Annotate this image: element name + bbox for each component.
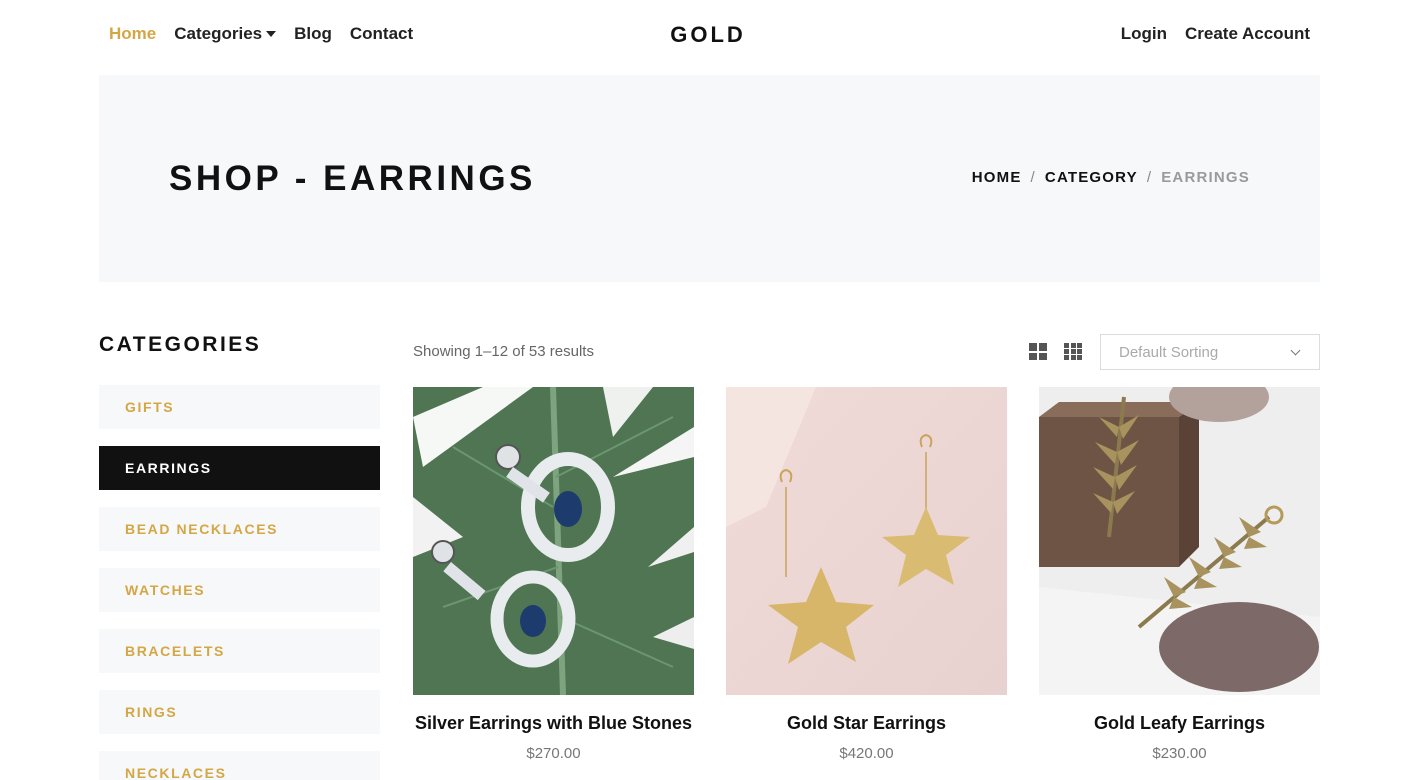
product-card[interactable]: Silver Earrings with Blue Stones $270.00 bbox=[413, 387, 694, 762]
grid-large-view-icon[interactable] bbox=[1029, 343, 1047, 360]
product-price: $420.00 bbox=[839, 745, 894, 762]
category-item-bead-necklaces[interactable]: BEAD NECKLACES bbox=[99, 507, 380, 551]
category-item-bracelets[interactable]: BRACELETS bbox=[99, 629, 380, 673]
product-card[interactable]: Gold Star Earrings $420.00 bbox=[726, 387, 1007, 762]
create-account-link[interactable]: Create Account bbox=[1185, 24, 1310, 44]
category-item-necklaces[interactable]: NECKLACES bbox=[99, 751, 380, 780]
account-menu: Login Create Account bbox=[1121, 24, 1310, 44]
category-item-watches[interactable]: WATCHES bbox=[99, 568, 380, 612]
category-list: GIFTS EARRINGS BEAD NECKLACES WATCHES BR… bbox=[99, 385, 380, 780]
product-image[interactable] bbox=[726, 387, 1007, 695]
product-price: $230.00 bbox=[1152, 745, 1207, 762]
product-name[interactable]: Silver Earrings with Blue Stones bbox=[413, 713, 694, 734]
product-card[interactable]: Gold Leafy Earrings $230.00 bbox=[1039, 387, 1320, 762]
category-item-rings[interactable]: RINGS bbox=[99, 690, 380, 734]
sort-select-value: Default Sorting bbox=[1119, 343, 1219, 361]
breadcrumb: HOME / CATEGORY / EARRINGS bbox=[972, 169, 1250, 186]
product-name[interactable]: Gold Leafy Earrings bbox=[1039, 713, 1320, 734]
view-toggle bbox=[1029, 343, 1082, 360]
product-image[interactable] bbox=[413, 387, 694, 695]
page-header-banner: SHOP - EARRINGS HOME / CATEGORY / EARRIN… bbox=[99, 75, 1320, 282]
chevron-down-icon bbox=[1290, 345, 1301, 356]
categories-heading: CATEGORIES bbox=[99, 333, 262, 356]
grid-small-view-icon[interactable] bbox=[1064, 343, 1082, 360]
login-link[interactable]: Login bbox=[1121, 24, 1167, 44]
breadcrumb-separator: / bbox=[1146, 169, 1153, 186]
sort-select[interactable]: Default Sorting bbox=[1100, 334, 1320, 370]
breadcrumb-home-link[interactable]: HOME bbox=[972, 169, 1022, 186]
product-name[interactable]: Gold Star Earrings bbox=[726, 713, 1007, 734]
breadcrumb-current: EARRINGS bbox=[1161, 169, 1250, 186]
results-count: Showing 1–12 of 53 results bbox=[413, 343, 594, 360]
category-item-gifts[interactable]: GIFTS bbox=[99, 385, 380, 429]
breadcrumb-category-link[interactable]: CATEGORY bbox=[1045, 169, 1138, 186]
top-navigation: Home Categories Blog Contact GOLD Login … bbox=[0, 0, 1416, 70]
breadcrumb-separator: / bbox=[1030, 169, 1036, 186]
category-item-earrings[interactable]: EARRINGS bbox=[99, 446, 380, 490]
product-price: $270.00 bbox=[526, 745, 581, 762]
product-image[interactable] bbox=[1039, 387, 1320, 695]
page-title: SHOP - EARRINGS bbox=[169, 159, 536, 198]
